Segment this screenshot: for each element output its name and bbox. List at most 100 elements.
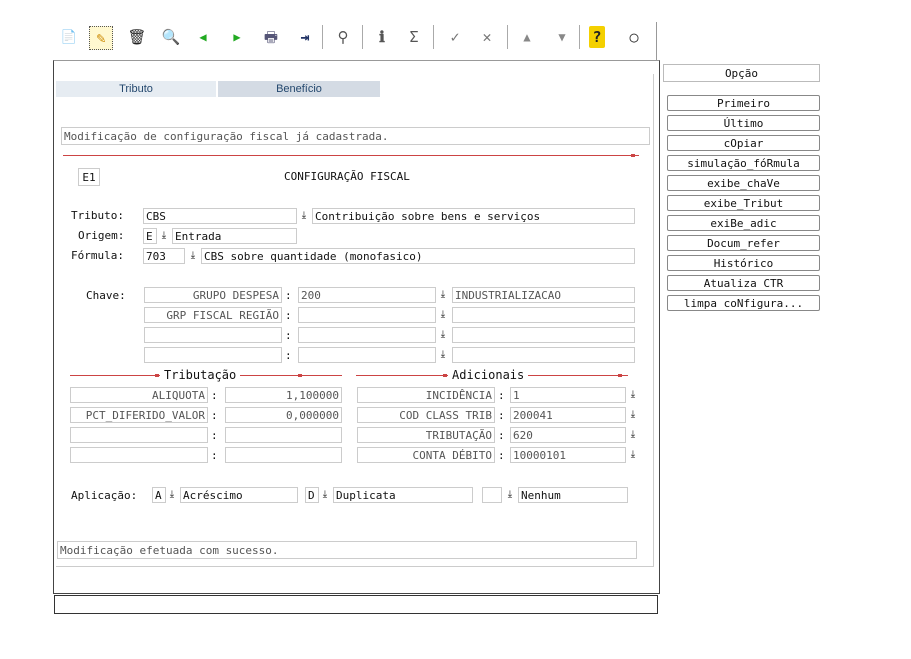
colon: : [211,429,218,442]
adicionais-name: INCIDÊNCIA [357,387,495,403]
exibe-tribut-button[interactable]: exibe_Tribut [667,195,820,211]
chave-name [144,347,282,363]
check-icon[interactable]: ✓ [444,26,466,48]
chave-desc: INDUSTRIALIZACAO [452,287,635,303]
origem-code-input[interactable]: E [143,228,157,244]
divider-tick [618,374,622,377]
tributacao-value[interactable]: 0,000000 [225,407,342,423]
adicionais-value-input[interactable]: 620 [510,427,626,443]
exibe-adic-button[interactable]: exiBe_adic [667,215,820,231]
atualiza-ctr-button[interactable]: Atualiza CTR [667,275,820,291]
adicionais-title: Adicionais [448,367,529,383]
colon: : [285,289,292,302]
toolbar-separator [656,22,657,60]
docum-refer-button[interactable]: Docum_refer [667,235,820,251]
limpa-configura-button[interactable]: limpa coNfigura... [667,295,820,311]
divider-tick [155,374,159,377]
chave-value-input[interactable] [298,347,436,363]
binoculars-icon[interactable]: ⚲ [332,26,354,48]
aplicacao-code-input[interactable]: A [152,487,166,503]
page-title: CONFIGURAÇÃO FISCAL [284,170,410,183]
dropdown-arrow-icon[interactable] [438,328,448,342]
tools-icon[interactable]: ✕ [476,26,498,48]
colon: : [285,329,292,342]
info-icon[interactable]: ℹ [371,26,393,48]
primeiro-button[interactable]: Primeiro [667,95,820,111]
tab-tributo[interactable]: Tributo [56,81,216,97]
chave-value-input[interactable]: 200 [298,287,436,303]
colon: : [211,389,218,402]
dropdown-arrow-icon[interactable] [299,209,309,223]
adicionais-value-input[interactable]: 1 [510,387,626,403]
adicionais-value-input[interactable]: 10000101 [510,447,626,463]
chave-name: GRUPO DESPESA [144,287,282,303]
colon: : [285,349,292,362]
dropdown-arrow-icon[interactable] [320,488,330,502]
delete-icon[interactable]: 🗑 [126,26,148,48]
historico-button[interactable]: Histórico [667,255,820,271]
dropdown-arrow-icon[interactable] [628,448,638,462]
divider-tick [631,154,635,157]
edit-icon[interactable]: ✎ [89,26,113,50]
divider-tick [298,374,302,377]
down-icon[interactable]: ▼ [551,26,573,48]
aplicacao-code-input[interactable] [482,487,502,503]
origem-desc: Entrada [172,228,297,244]
formula-code-input[interactable]: 703 [143,248,185,264]
formula-desc: CBS sobre quantidade (monofasico) [201,248,635,264]
simulacao-formula-button[interactable]: simulação_fóRmula [667,155,820,171]
tributacao-value[interactable] [225,427,342,443]
tributacao-value[interactable]: 1,100000 [225,387,342,403]
dropdown-arrow-icon[interactable] [438,288,448,302]
colon: : [211,449,218,462]
tributacao-name: PCT_DIFERIDO_VALOR [70,407,208,423]
back-icon[interactable]: ◀ [192,26,214,48]
tributacao-value[interactable] [225,447,342,463]
new-icon[interactable]: 📄 [58,26,80,48]
chave-value-input[interactable] [298,327,436,343]
forward-icon[interactable]: ▶ [226,26,248,48]
message-top: Modificação de configuração fiscal já ca… [61,127,650,145]
aplicacao-desc: Nenhum [518,487,628,503]
exit-icon[interactable]: ⇥ [294,26,316,48]
ultimo-button[interactable]: Último [667,115,820,131]
dropdown-arrow-icon[interactable] [628,408,638,422]
tributacao-name [70,447,208,463]
up-icon[interactable]: ▲ [516,26,538,48]
status-bar [54,595,658,614]
search-icon[interactable]: 🔍 [160,26,182,48]
sum-icon[interactable]: Σ [403,26,425,48]
print-icon[interactable]: 🖶 [260,26,282,48]
chave-value-input[interactable] [298,307,436,323]
dropdown-arrow-icon[interactable] [159,229,169,243]
dropdown-arrow-icon[interactable] [505,488,515,502]
chave-desc [452,347,635,363]
dropdown-arrow-icon[interactable] [438,308,448,322]
formula-label: Fórmula: [71,249,124,262]
tributacao-title: Tributação [160,367,241,383]
dropdown-arrow-icon[interactable] [628,388,638,402]
tributo-code-input[interactable]: CBS [143,208,297,224]
colon: : [498,389,505,402]
exibe-chave-button[interactable]: exibe_chaVe [667,175,820,191]
aplicacao-desc: Acréscimo [180,487,298,503]
tab-beneficio[interactable]: Benefício [218,81,380,97]
dropdown-arrow-icon[interactable] [438,348,448,362]
adicionais-name: COD CLASS TRIB [357,407,495,423]
dropdown-arrow-icon[interactable] [167,488,177,502]
toolbar-separator [362,25,363,49]
toolbar-separator [433,25,434,49]
dropdown-arrow-icon[interactable] [188,249,198,263]
dropdown-arrow-icon[interactable] [628,428,638,442]
status-message: Modificação efetuada com sucesso. [57,541,637,559]
chave-desc [452,307,635,323]
colon: : [498,429,505,442]
options-header: Opção [663,64,820,82]
copiar-button[interactable]: cOpiar [667,135,820,151]
chat-icon[interactable]: ○ [623,26,645,48]
toolbar-separator [322,25,323,49]
red-divider [63,155,639,156]
aplicacao-code-input[interactable]: D [305,487,319,503]
help-icon[interactable]: ? [589,26,605,48]
adicionais-value-input[interactable]: 200041 [510,407,626,423]
